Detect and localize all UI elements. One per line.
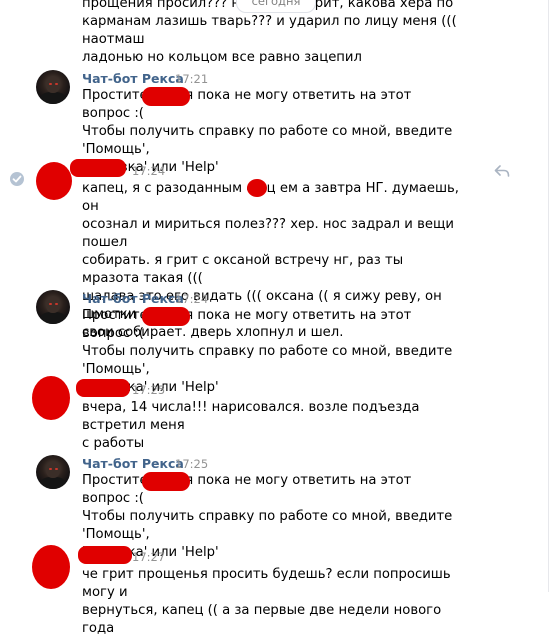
bot-avatar[interactable] [36,70,70,104]
redaction-mark [142,307,190,326]
message-time[interactable]: 17:21 [175,72,208,86]
redaction-mark [142,87,190,106]
bot-avatar[interactable] [36,290,70,324]
check-icon [10,172,24,186]
message-text: че грит прощенья просить будешь? если по… [82,567,451,636]
user-avatar[interactable] [36,162,72,200]
chat-right-border [548,0,549,592]
message-time[interactable]: 17:24 [132,164,165,178]
redaction-mark [142,472,190,491]
author-name[interactable]: Чат-бот Рекса [82,71,184,86]
bot-avatar[interactable] [36,455,70,489]
message-time[interactable]: 17:25 [132,383,165,397]
author-name[interactable]: Чат-бот Рекса [82,291,184,306]
redaction-mark [76,379,130,397]
reply-icon[interactable] [494,164,510,178]
date-badge: сегодня [236,0,316,13]
message-time[interactable]: 17:25 [175,457,208,471]
message-text: вчера, 14 числа!!! нарисовался. возле по… [82,400,420,451]
message-text: Простите, , но я пока не могу ответить н… [82,473,453,560]
message-time[interactable]: 17:24 [175,292,208,306]
author-name[interactable]: Чат-бот Рекса [82,456,184,471]
user-avatar[interactable] [32,376,70,420]
message-time[interactable]: 17:27 [132,550,165,564]
redaction-mark [78,546,132,564]
redaction-mark [70,159,126,177]
redaction-mark [247,179,267,197]
user-avatar[interactable] [32,545,70,589]
